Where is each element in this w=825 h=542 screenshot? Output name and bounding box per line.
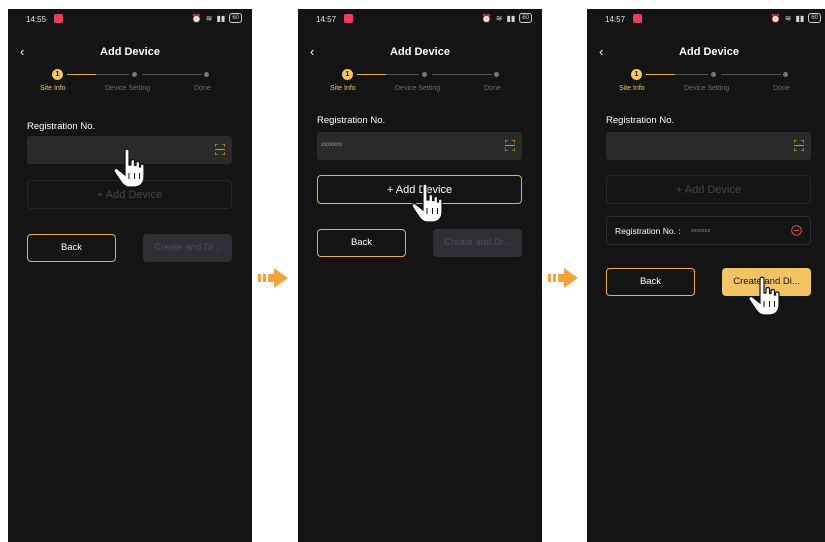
status-time: 14:57: [316, 15, 337, 24]
create-and-distribute-button[interactable]: Create and Di...: [433, 229, 522, 257]
step-label-done: Done: [773, 85, 790, 92]
signal-icon: ▮▮: [506, 13, 516, 23]
status-time: 14:55: [26, 15, 47, 24]
step-3-indicator: [494, 72, 499, 77]
added-device-label: Registration No. :: [615, 226, 681, 236]
step-label-done: Done: [484, 85, 501, 92]
record-icon: [54, 14, 63, 23]
phone-screen-step-1: 14:55 ⏰ ≋ ▮▮ 60 ‹ Add Device 1 Site Info…: [8, 9, 252, 542]
step-label-site-info: Site Info: [330, 85, 356, 92]
step-connector: [67, 74, 96, 75]
wifi-icon: ≋: [495, 13, 503, 23]
signal-icon: ▮▮: [216, 13, 226, 23]
action-row: Back Create and Di...: [27, 234, 232, 262]
registration-value: xxxxxxx: [321, 142, 342, 148]
registration-label: Registration No.: [606, 115, 675, 126]
step-connector: [96, 74, 129, 75]
battery-icon: 60: [808, 13, 821, 23]
signal-icon: ▮▮: [795, 13, 805, 23]
registration-input[interactable]: xxxxxxx: [317, 132, 522, 160]
step-3-indicator: [204, 72, 209, 77]
status-bar: 14:57 ⏰ ≋ ▮▮ 60: [298, 9, 542, 29]
step-1-indicator: 1: [631, 69, 642, 80]
record-icon: [344, 14, 353, 23]
step-1-indicator: 1: [52, 69, 63, 80]
tap-hand-icon: [112, 147, 146, 189]
status-icons: ⏰ ≋ ▮▮ 60: [771, 13, 821, 23]
header: ‹ Add Device: [587, 45, 825, 61]
step-2-indicator: [711, 72, 716, 77]
status-bar: 14:55 ⏰ ≋ ▮▮ 60: [8, 9, 252, 29]
step-label-device-setting: Device Setting: [105, 85, 151, 92]
alarm-icon: ⏰: [770, 13, 781, 23]
page-title: Add Device: [679, 46, 739, 58]
registration-label: Registration No.: [317, 115, 386, 126]
registration-label: Registration No.: [27, 121, 96, 132]
step-3-indicator: [783, 72, 788, 77]
step-2-indicator: [132, 72, 137, 77]
wifi-icon: ≋: [784, 13, 792, 23]
step-connector: [675, 74, 708, 75]
registration-input[interactable]: [606, 132, 811, 160]
alarm-icon: ⏰: [481, 13, 492, 23]
battery-icon: 60: [229, 13, 242, 23]
step-1-indicator: 1: [342, 69, 353, 80]
step-label-site-info: Site Info: [619, 85, 645, 92]
added-device-item: Registration No. : xxxxxxx: [606, 216, 811, 245]
status-time: 14:57: [605, 15, 626, 24]
back-button[interactable]: Back: [317, 229, 406, 257]
create-and-distribute-button[interactable]: Create and Di...: [143, 234, 232, 262]
right-arrow-icon: [548, 268, 578, 288]
step-label-device-setting: Device Setting: [395, 85, 441, 92]
tap-hand-icon: [747, 275, 781, 317]
back-button[interactable]: Back: [27, 234, 116, 262]
scan-icon[interactable]: [794, 140, 804, 151]
phone-screen-step-3: 14:57 ⏰ ≋ ▮▮ 60 ‹ Add Device 1 Site Info…: [587, 9, 825, 542]
step-connector: [432, 74, 492, 75]
step-connector: [646, 74, 675, 75]
progress-stepper: 1 Site Info Device Setting Done: [8, 68, 252, 98]
back-button[interactable]: Back: [606, 268, 695, 296]
step-connector: [357, 74, 386, 75]
step-label-device-setting: Device Setting: [684, 85, 730, 92]
wifi-icon: ≋: [205, 13, 213, 23]
step-connector: [386, 74, 419, 75]
page-title: Add Device: [100, 46, 160, 58]
progress-stepper: 1 Site Info Device Setting Done: [587, 68, 825, 98]
action-row: Back Create and Di...: [317, 229, 522, 257]
header: ‹ Add Device: [8, 45, 252, 61]
added-device-value: xxxxxxx: [691, 228, 711, 234]
record-icon: [633, 14, 642, 23]
add-device-button[interactable]: + Add Device: [606, 175, 811, 204]
header: ‹ Add Device: [298, 45, 542, 61]
status-icons: ⏰ ≋ ▮▮ 60: [192, 13, 242, 23]
step-connector: [721, 74, 781, 75]
remove-circle-icon[interactable]: [791, 225, 802, 236]
right-arrow-icon: [258, 268, 288, 288]
tap-hand-icon: [410, 182, 444, 224]
page-title: Add Device: [390, 46, 450, 58]
scan-icon[interactable]: [505, 140, 515, 151]
battery-icon: 60: [519, 13, 532, 23]
alarm-icon: ⏰: [191, 13, 202, 23]
status-icons: ⏰ ≋ ▮▮ 60: [482, 13, 532, 23]
step-label-done: Done: [194, 85, 211, 92]
phone-screen-step-2: 14:57 ⏰ ≋ ▮▮ 60 ‹ Add Device 1 Site Info…: [298, 9, 542, 542]
scan-icon[interactable]: [215, 144, 225, 155]
status-bar: 14:57 ⏰ ≋ ▮▮ 60: [587, 9, 825, 29]
step-2-indicator: [422, 72, 427, 77]
progress-stepper: 1 Site Info Device Setting Done: [298, 68, 542, 98]
step-label-site-info: Site Info: [40, 85, 66, 92]
step-connector: [142, 74, 202, 75]
